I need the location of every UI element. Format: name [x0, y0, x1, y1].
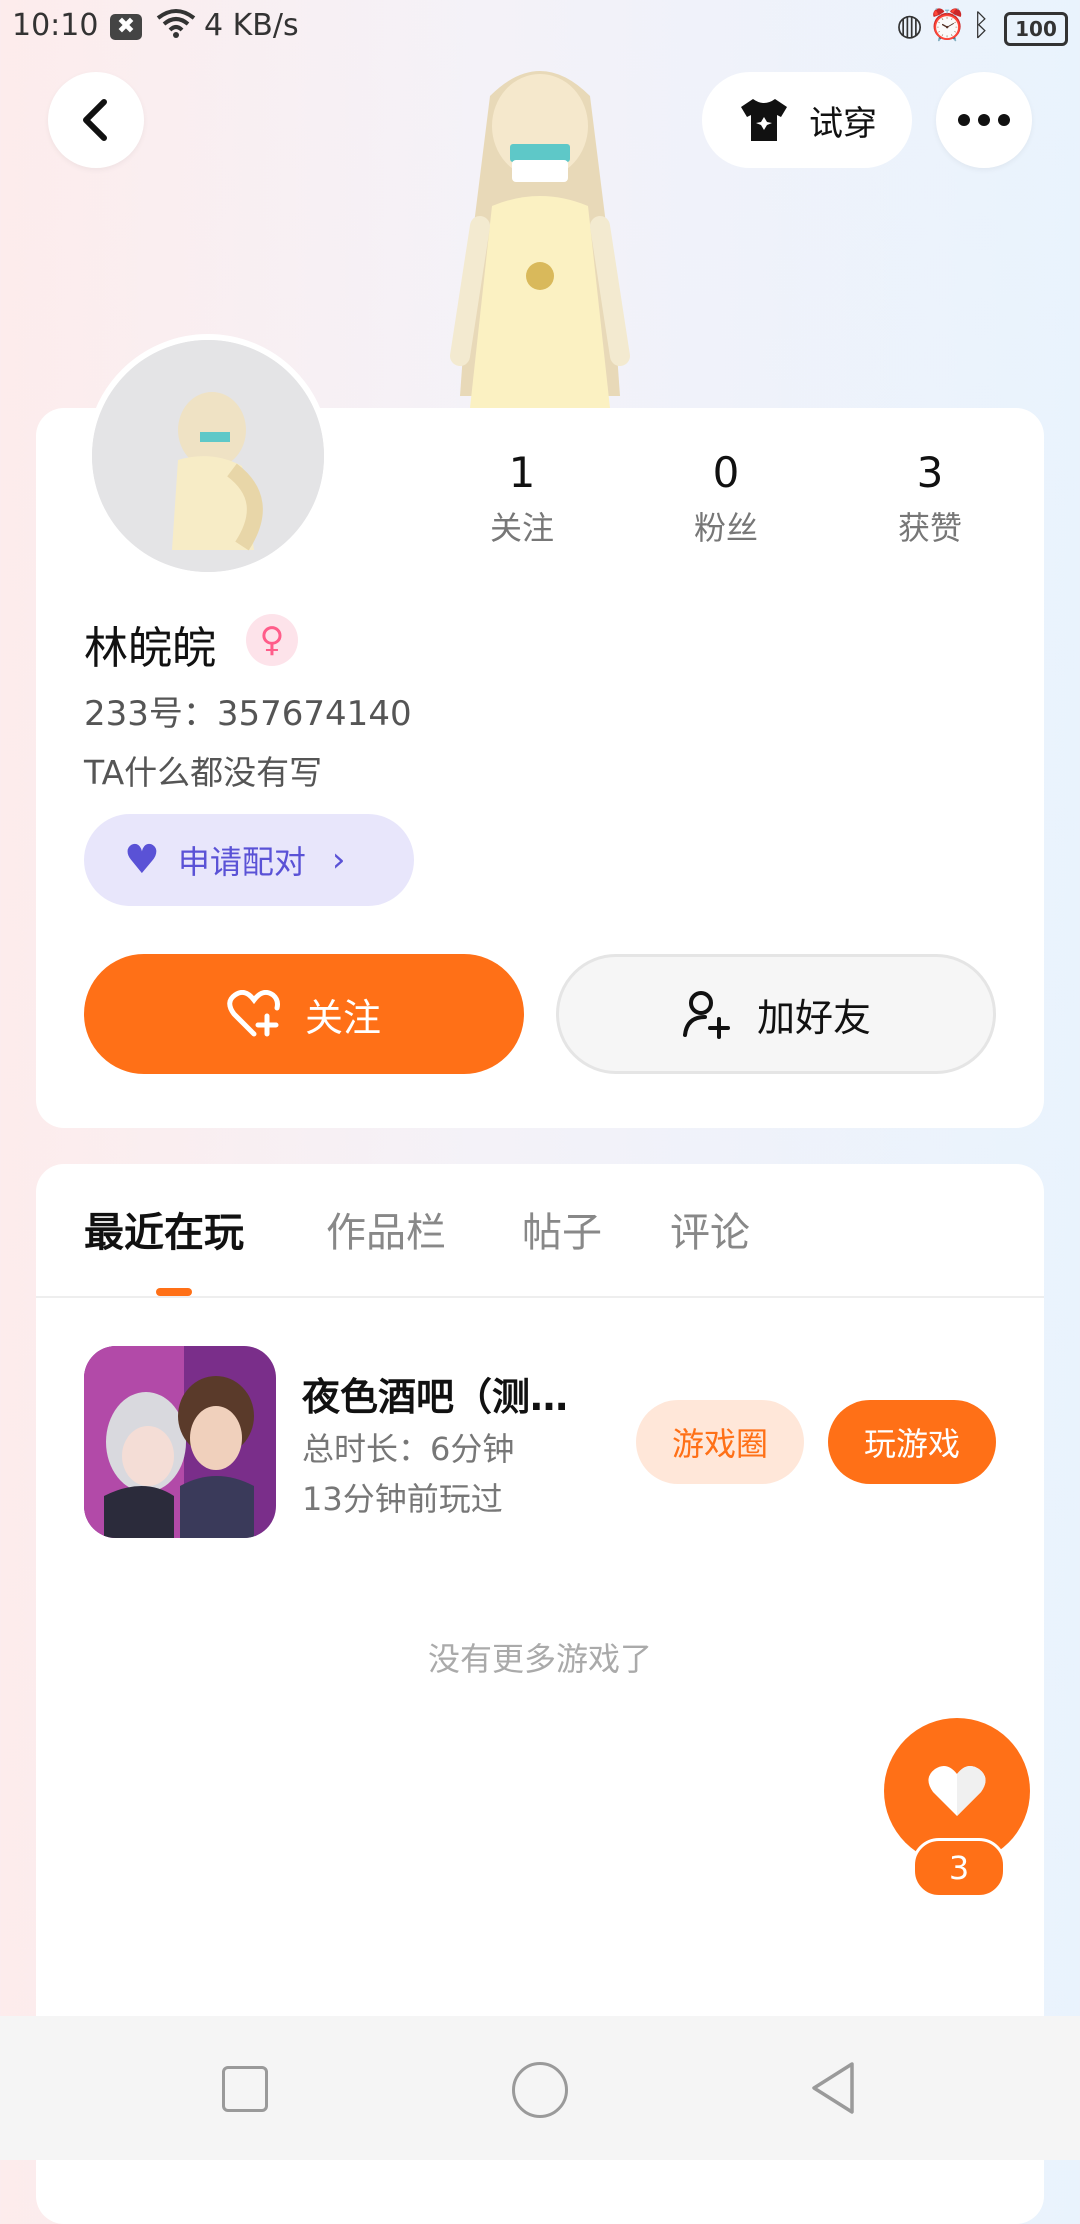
back-button[interactable] — [48, 72, 144, 168]
stat-likes[interactable]: 3 获赞 — [850, 448, 1010, 549]
home-nav-button[interactable] — [512, 2062, 568, 2118]
status-time: 10:10 — [12, 8, 99, 43]
game-icon[interactable] — [84, 1346, 276, 1538]
game-duration: 总时长：6分钟 — [302, 1430, 515, 1468]
alarm-icon: ⏰ — [928, 8, 972, 43]
active-tab-indicator — [156, 1288, 192, 1296]
tab-comments[interactable]: 评论 — [670, 1200, 750, 1258]
status-bar: 10:10 ✖ 4 KB/s ◍⏰ᛒ 100 — [0, 0, 1080, 56]
add-user-icon — [682, 991, 730, 1039]
user-name: 林皖皖 — [84, 623, 216, 674]
game-title[interactable]: 夜色酒吧（测… — [302, 1366, 568, 1421]
lock-icon: ◍ — [896, 8, 929, 43]
add-friend-button[interactable]: 加好友 — [556, 954, 996, 1074]
more-button[interactable] — [936, 72, 1032, 168]
chevron-left-icon — [83, 99, 107, 141]
stat-fans[interactable]: 0 粉丝 — [646, 448, 806, 549]
character-figure — [450, 71, 630, 408]
tab-works[interactable]: 作品栏 — [326, 1200, 446, 1258]
avatar[interactable] — [86, 334, 330, 578]
stat-following[interactable]: 1 关注 — [442, 448, 602, 549]
try-on-label: 试穿 — [809, 103, 877, 144]
wifi-icon — [156, 8, 196, 45]
game-circle-button[interactable]: 游戏圈 — [636, 1400, 804, 1484]
stat-value: 1 — [508, 448, 536, 497]
more-dots-icon — [958, 114, 1010, 126]
stat-value: 3 — [916, 448, 944, 497]
stat-value: 0 — [712, 448, 740, 497]
recents-nav-button[interactable] — [222, 2066, 268, 2112]
stat-label: 关注 — [489, 509, 554, 547]
user-bio: TA什么都没有写 — [84, 753, 323, 792]
heart-plus-icon — [227, 990, 280, 1037]
network-speed: 4 KB/s — [204, 8, 299, 43]
tab-posts[interactable]: 帖子 — [522, 1200, 602, 1258]
follow-label: 关注 — [304, 995, 381, 1040]
game-cover-image — [84, 1346, 276, 1538]
play-game-button[interactable]: 玩游戏 — [828, 1400, 996, 1484]
female-gender-icon: ♀ — [246, 614, 298, 666]
request-pair-button[interactable]: ♥ 申请配对 › — [84, 814, 414, 906]
avatar-image — [92, 340, 324, 572]
tabs-divider — [36, 1296, 1044, 1298]
user-id: 233号：357674140 — [84, 694, 412, 734]
stat-label: 获赞 — [897, 509, 962, 547]
like-count-badge: 3 — [912, 1838, 1006, 1898]
add-friend-label: 加好友 — [756, 995, 871, 1040]
back-nav-button[interactable] — [808, 2060, 858, 2116]
battery-indicator: 100 — [1004, 12, 1068, 46]
tab-recent-games[interactable]: 最近在玩 — [84, 1200, 244, 1258]
pair-label: 申请配对 — [177, 843, 306, 881]
chevron-right-icon: › — [331, 840, 346, 880]
stat-label: 粉丝 — [693, 509, 758, 547]
game-last-played: 13分钟前玩过 — [302, 1480, 503, 1518]
try-on-button[interactable]: 试穿 — [702, 72, 912, 168]
notification-icon: ✖ — [110, 14, 142, 40]
tshirt-icon — [741, 99, 787, 141]
bluetooth-icon: ᛒ — [972, 8, 996, 43]
double-heart-icon: ♥ — [124, 837, 160, 883]
follow-button[interactable]: 关注 — [84, 954, 524, 1074]
heart-icon — [928, 1765, 986, 1816]
status-icons: ◍⏰ᛒ — [896, 8, 996, 43]
no-more-games-text: 没有更多游戏了 — [427, 1640, 652, 1678]
